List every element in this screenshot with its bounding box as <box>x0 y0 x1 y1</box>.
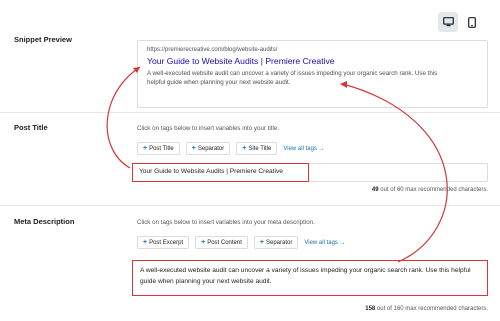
tag-separator[interactable]: + Separator <box>253 236 299 249</box>
plus-icon: + <box>191 145 196 152</box>
tag-label: Separator <box>265 239 293 246</box>
post-title-input[interactable]: Your Guide to Website Audits | Premiere … <box>132 163 309 182</box>
snippet-preview-label: Snippet Preview <box>14 35 72 44</box>
meta-description-label: Meta Description <box>14 217 75 226</box>
meta-description-hint: Click on tags below to insert variables … <box>137 219 315 226</box>
snippet-title: Your Guide to Website Audits | Premiere … <box>147 56 335 66</box>
mobile-icon <box>468 16 476 28</box>
tag-post-excerpt[interactable]: + Post Excerpt <box>137 236 190 249</box>
desktop-view-button[interactable] <box>438 12 458 32</box>
section-divider <box>0 205 500 206</box>
meta-description-input[interactable]: A well-executed website audit can uncove… <box>132 260 488 296</box>
view-all-tags-link[interactable]: View all tags → <box>304 240 345 246</box>
post-title-char-count: 49 out of 60 max recommended characters. <box>372 187 488 193</box>
count-text: out of 60 max recommended characters. <box>380 187 488 193</box>
meta-description-tag-row: + Post Excerpt + Post Content + Separator V… <box>137 236 346 249</box>
title-annotation-arrow <box>106 66 141 169</box>
count-current: 158 <box>365 306 376 312</box>
plus-icon: + <box>143 145 148 152</box>
count-current: 49 <box>371 187 379 193</box>
tag-label: Post Content <box>207 239 242 246</box>
device-toggle <box>438 12 482 32</box>
tag-separator[interactable]: + Separator <box>185 142 231 155</box>
section-divider <box>0 112 500 113</box>
plus-icon: + <box>143 239 148 246</box>
plus-icon: + <box>259 239 264 246</box>
desktop-icon <box>442 17 454 27</box>
meta-description-char-count: 158 out of 160 max recommended character… <box>365 306 488 312</box>
tag-post-title[interactable]: + Post Title <box>137 142 180 155</box>
post-title-tag-row: + Post Title + Separator + Site Title View … <box>137 142 325 155</box>
tag-site-title[interactable]: + Site Title <box>236 142 278 155</box>
snippet-preview-card: https://premierecreative.com/blog/websit… <box>137 40 488 108</box>
snippet-url: https://premierecreative.com/blog/websit… <box>147 47 278 53</box>
plus-icon: + <box>242 145 247 152</box>
tag-label: Site Title <box>248 145 272 152</box>
post-title-label: Post Title <box>14 123 48 132</box>
snippet-description: A well-executed website audit can uncove… <box>147 70 438 86</box>
tag-label: Post Title <box>149 145 174 152</box>
tag-label: Post Excerpt <box>149 239 184 246</box>
post-title-hint: Click on tags below to insert variables … <box>137 125 280 132</box>
view-all-tags-link[interactable]: View all tags → <box>283 146 324 152</box>
plus-icon: + <box>201 239 206 246</box>
count-text: out of 160 max recommended characters. <box>376 306 488 312</box>
mobile-view-button[interactable] <box>462 12 482 32</box>
tag-label: Separator <box>197 145 225 152</box>
tag-post-content[interactable]: + Post Content <box>195 236 248 249</box>
